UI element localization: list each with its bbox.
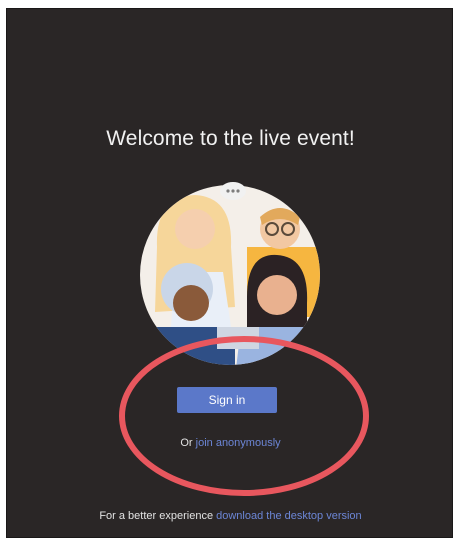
download-desktop-link[interactable]: download the desktop version	[216, 510, 362, 522]
sign-in-button[interactable]: Sign in	[177, 387, 277, 413]
live-event-welcome-panel: Welcome to the live event! Sign in Or jo…	[6, 8, 453, 538]
desktop-version-prompt: For a better experience download the des…	[7, 510, 452, 522]
join-anonymously-row: Or join anonymously	[7, 437, 452, 449]
footer-text: For a better experience	[99, 510, 214, 522]
or-text: Or	[180, 437, 193, 449]
people-group-illustration	[140, 182, 320, 365]
page-title: Welcome to the live event!	[106, 127, 355, 150]
join-anonymously-link[interactable]: join anonymously	[196, 437, 281, 449]
